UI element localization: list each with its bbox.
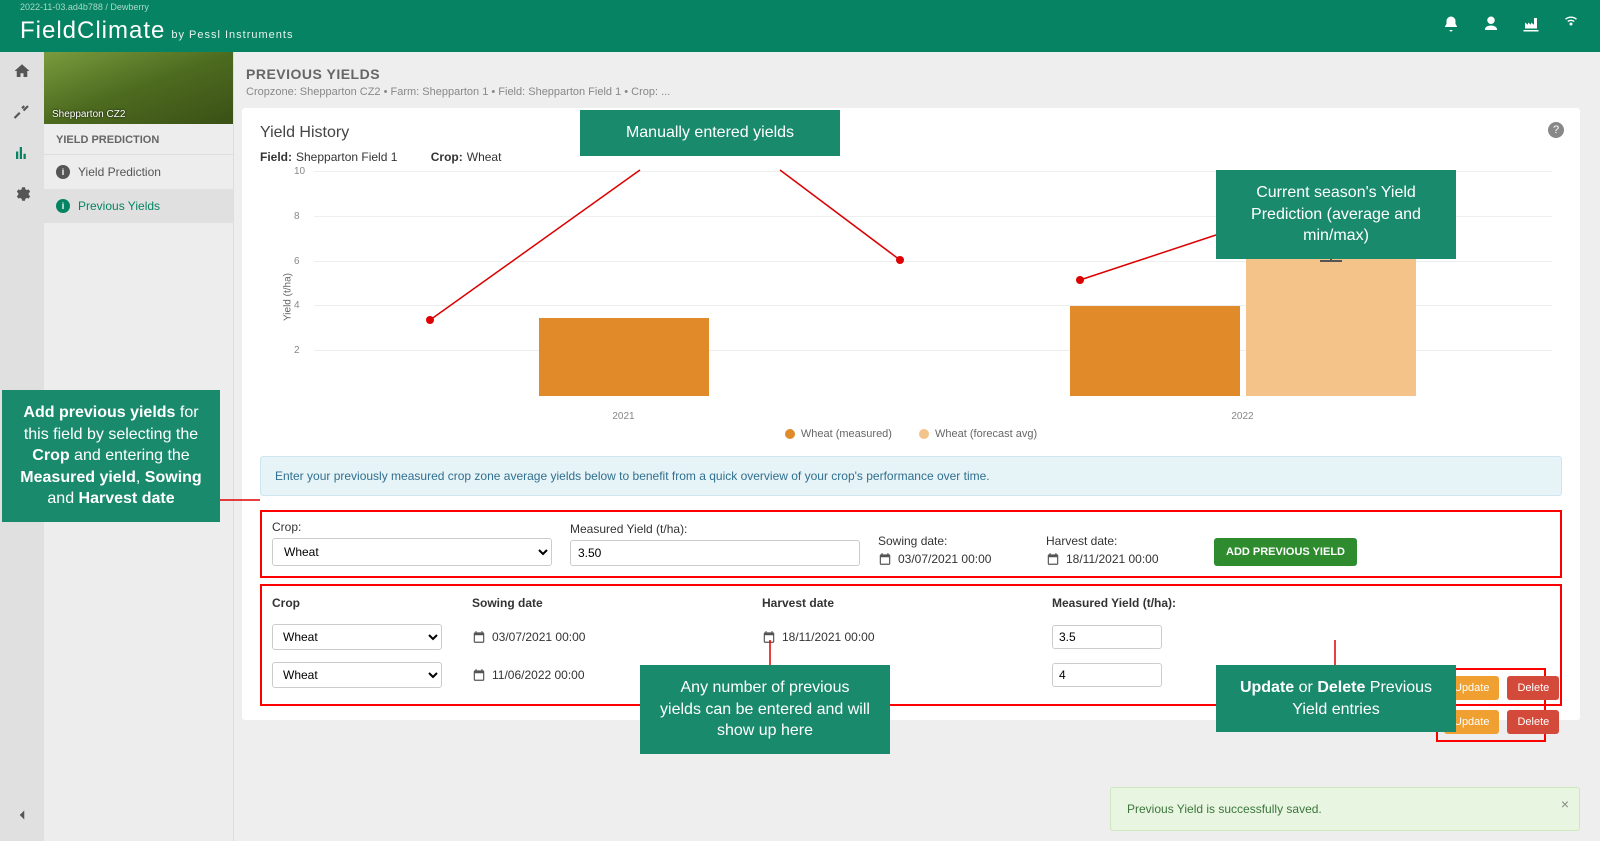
- legend-label: Wheat (measured): [801, 428, 892, 440]
- gear-icon[interactable]: [13, 185, 31, 208]
- row-meas-input[interactable]: [1052, 625, 1162, 649]
- row-sow-date[interactable]: 03/07/2021 00:00: [472, 630, 762, 644]
- yield-input-label: Measured Yield (t/ha):: [570, 522, 860, 536]
- tools-icon[interactable]: [13, 103, 31, 126]
- calendar-icon: [878, 552, 892, 566]
- crop-select-label: Crop:: [272, 520, 552, 534]
- crop-select[interactable]: Wheat: [272, 538, 552, 566]
- top-bar: 2022-11-03.ad4b788 / Dewberry FieldClima…: [0, 0, 1600, 52]
- col-harv: Harvest date: [762, 596, 1052, 610]
- yield-input[interactable]: [570, 540, 860, 566]
- table-row: Wheat 03/07/2021 00:0018/11/2021 00:00: [272, 618, 1550, 656]
- sowing-date-value: 03/07/2021 00:00: [898, 552, 991, 566]
- brand-byline: by Pessl Instruments: [171, 29, 293, 41]
- row-meas-input[interactable]: [1052, 663, 1162, 687]
- nav-previous-yields[interactable]: i Previous Yields: [44, 189, 233, 223]
- user-icon[interactable]: [1482, 15, 1500, 38]
- success-toast: Previous Yield is successfully saved. ×: [1110, 787, 1580, 831]
- nav-yield-prediction[interactable]: i Yield Prediction: [44, 155, 233, 189]
- anno-manual: Manually entered yields: [580, 110, 840, 156]
- page-title: PREVIOUS YIELDS: [246, 66, 1580, 82]
- anno-prediction: Current season's Yield Prediction (avera…: [1216, 170, 1456, 259]
- home-icon[interactable]: [13, 62, 31, 85]
- crop-value: Wheat: [467, 150, 502, 164]
- harvest-date-value: 18/11/2021 00:00: [1066, 552, 1159, 566]
- col-meas: Measured Yield (t/ha):: [1052, 596, 1252, 610]
- harvest-date-label: Harvest date:: [1046, 534, 1196, 548]
- anno-upd-del: Update or Delete Previous Yield entries: [1216, 665, 1456, 732]
- collapse-icon[interactable]: [13, 806, 31, 829]
- row-crop-select[interactable]: Wheat: [272, 662, 442, 688]
- info-banner: Enter your previously measured crop zone…: [260, 456, 1562, 496]
- build-info: 2022-11-03.ad4b788 / Dewberry: [20, 2, 149, 12]
- delete-button[interactable]: Delete: [1507, 676, 1559, 700]
- nav-item-label: Previous Yields: [78, 199, 160, 213]
- help-icon[interactable]: ?: [1548, 122, 1564, 138]
- chart-icon[interactable]: [13, 144, 31, 167]
- col-sow: Sowing date: [472, 596, 762, 610]
- field-thumbnail-label: Shepparton CZ2: [52, 109, 125, 120]
- card-title: Yield History: [260, 124, 1562, 142]
- meta-row: Field: Shepparton Field 1 Crop: Wheat: [260, 150, 1562, 164]
- info-dot-icon: i: [56, 165, 70, 179]
- sowing-date-label: Sowing date:: [878, 534, 1028, 548]
- row-crop-select[interactable]: Wheat: [272, 624, 442, 650]
- close-icon[interactable]: ×: [1561, 796, 1569, 812]
- chart-legend: Wheat (measured) Wheat (forecast avg): [260, 428, 1562, 442]
- y-axis-label: Yield (t/ha): [282, 273, 293, 321]
- field-value: Shepparton Field 1: [296, 150, 397, 164]
- panel-section-title: YIELD PREDICTION: [44, 124, 233, 155]
- anno-any: Any number of previous yields can be ent…: [640, 665, 890, 754]
- toast-message: Previous Yield is successfully saved.: [1127, 802, 1322, 816]
- crop-label: Crop:: [431, 150, 463, 164]
- add-previous-yield-button[interactable]: ADD PREVIOUS YIELD: [1214, 538, 1357, 566]
- col-crop: Crop: [272, 596, 472, 610]
- add-yield-form: Crop: Wheat Measured Yield (t/ha): Sowin…: [260, 510, 1562, 578]
- nav-item-label: Yield Prediction: [78, 165, 161, 179]
- broadcast-icon[interactable]: [1562, 15, 1580, 38]
- field-thumbnail[interactable]: Shepparton CZ2: [44, 52, 233, 124]
- field-label: Field:: [260, 150, 292, 164]
- legend-swatch-measured: [785, 429, 795, 439]
- harvest-date-input[interactable]: 18/11/2021 00:00: [1046, 552, 1196, 566]
- info-dot-icon: i: [56, 199, 70, 213]
- row-harv-date[interactable]: 18/11/2021 00:00: [762, 630, 1052, 644]
- anno-add: Add previous yields for this field by se…: [2, 390, 220, 522]
- brand-name: FieldClimate: [20, 17, 165, 45]
- breadcrumb: Cropzone: Shepparton CZ2 • Farm: Sheppar…: [246, 86, 1580, 98]
- calendar-icon: [1046, 552, 1060, 566]
- factory-icon[interactable]: [1522, 15, 1540, 38]
- sowing-date-input[interactable]: 03/07/2021 00:00: [878, 552, 1028, 566]
- brand-logo: FieldClimate by Pessl Instruments: [20, 17, 293, 45]
- legend-label: Wheat (forecast avg): [935, 428, 1037, 440]
- bell-icon[interactable]: [1442, 15, 1460, 38]
- delete-button[interactable]: Delete: [1507, 710, 1559, 734]
- legend-swatch-forecast: [919, 429, 929, 439]
